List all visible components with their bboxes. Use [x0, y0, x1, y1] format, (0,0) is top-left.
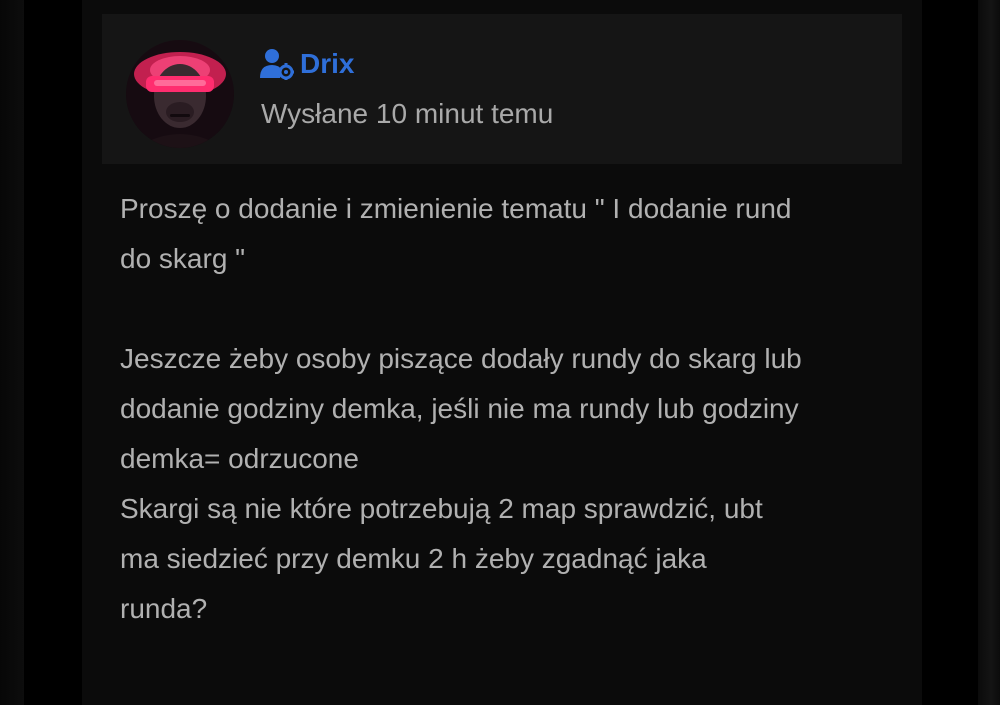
post-line: Jeszcze żeby osoby piszące dodały rundy … — [120, 343, 802, 374]
post-body: Proszę o dodanie i zmienienie tematu " I… — [120, 184, 900, 634]
user-gear-icon — [260, 48, 294, 80]
left-background-strip — [0, 0, 24, 705]
avatar-image — [126, 40, 234, 148]
right-background-strip — [978, 0, 1000, 705]
post-line: do skarg " — [120, 243, 246, 274]
page: Drix Wysłane 10 minut temu Proszę o doda… — [0, 0, 1000, 705]
post-line: ma siedzieć przy demku 2 h żeby zgadnąć … — [120, 543, 707, 574]
avatar[interactable] — [126, 40, 234, 148]
post-line: Proszę o dodanie i zmienienie tematu " I… — [120, 193, 792, 224]
post-line: Skargi są nie które potrzebują 2 map spr… — [120, 493, 763, 524]
author-name[interactable]: Drix — [300, 48, 354, 80]
author-link[interactable]: Drix — [260, 48, 354, 80]
post-timestamp: Wysłane 10 minut temu — [261, 98, 554, 129]
forum-post: Drix Wysłane 10 minut temu Proszę o doda… — [82, 0, 922, 705]
post-line: dodanie godziny demka, jeśli nie ma rund… — [120, 393, 799, 424]
post-line: runda? — [120, 593, 208, 624]
post-line: demka= odrzucone — [120, 443, 359, 474]
post-header: Drix Wysłane 10 minut temu — [102, 14, 902, 164]
